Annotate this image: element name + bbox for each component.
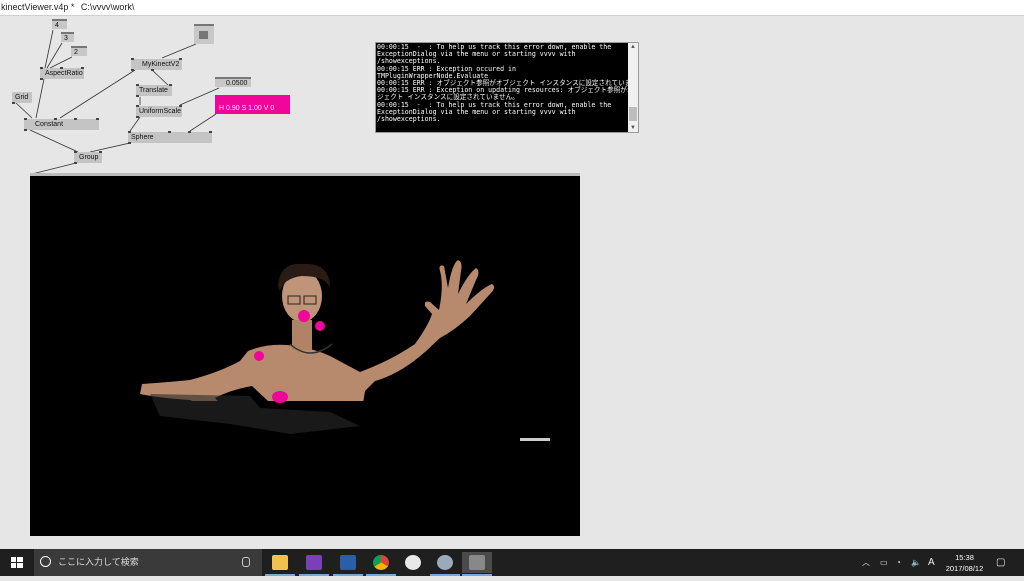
taskbar-app-chrome[interactable] xyxy=(366,552,396,576)
node-sphere-label: Sphere xyxy=(131,134,154,141)
iobox-value-3[interactable]: 3 xyxy=(61,32,74,42)
ime-indicator[interactable]: A xyxy=(928,549,935,576)
notification-icon[interactable]: ▢ xyxy=(996,549,1005,576)
node-aspectratio[interactable]: AspectRatio xyxy=(40,67,84,80)
node-mykinectv2-label: MyKinectV2 xyxy=(142,61,180,68)
taskbar-app-powershell[interactable] xyxy=(333,552,363,576)
iobox-value-4-text: 4 xyxy=(55,22,59,29)
iobox-color-text: H 0.90 S 1.00 V 0 xyxy=(219,105,275,112)
node-translate-label: Translate xyxy=(139,87,168,94)
tty-log-line: /showexceptions. xyxy=(377,115,441,124)
start-button[interactable] xyxy=(0,549,34,576)
node-aspectratio-label: AspectRatio xyxy=(45,70,83,77)
microphone-icon[interactable] xyxy=(242,557,250,567)
iobox-value-2-text: 2 xyxy=(74,49,78,56)
node-grid[interactable]: Grid xyxy=(12,92,32,104)
chrome-icon xyxy=(373,555,389,570)
scroll-up-icon[interactable]: ▲ xyxy=(629,43,637,51)
iobox-radius-text: 0.0500 xyxy=(226,80,248,87)
tty-renderer[interactable]: 00:00:15 - : To help us track this error… xyxy=(375,42,639,133)
windows-taskbar: ここに入力して検索 ︿ ▭ ◔ 🔈 A 15:38 2017/08/12 ▢ xyxy=(0,549,1024,576)
iobox-value-2[interactable]: 2 xyxy=(71,46,87,56)
node-uniformscale[interactable]: UniformScale xyxy=(136,105,182,118)
tty-log-text: 00:00:15 - : To help us track this error… xyxy=(377,43,638,124)
taskbar-app-file-explorer[interactable] xyxy=(265,552,295,576)
iobox-value-3-text: 3 xyxy=(64,35,68,42)
taskbar-app-visual-studio[interactable] xyxy=(299,552,329,576)
node-uniformscale-label: UniformScale xyxy=(139,108,182,115)
taskbar-app-vvvv[interactable] xyxy=(430,552,460,576)
wifi-icon[interactable]: ◔ xyxy=(896,549,901,576)
tray-chevron-up-icon[interactable]: ︿ xyxy=(862,549,870,576)
iobox-value-4[interactable]: 4 xyxy=(52,19,67,29)
scroll-down-icon[interactable]: ▼ xyxy=(629,124,637,132)
taskbar-clock[interactable]: 15:38 2017/08/12 xyxy=(937,552,992,574)
cortana-icon xyxy=(40,556,51,567)
volume-icon[interactable]: 🔈 xyxy=(911,549,921,576)
itunes-icon xyxy=(405,555,421,570)
windows-logo-icon xyxy=(11,557,23,568)
clock-date: 2017/08/12 xyxy=(945,564,984,573)
scroll-thumb[interactable] xyxy=(629,107,637,121)
node-grid-label: Grid xyxy=(15,94,29,101)
tty-scrollbar[interactable]: ▲ ▼ xyxy=(628,43,638,132)
node-sphere[interactable]: Sphere xyxy=(128,131,212,144)
powershell-icon xyxy=(340,555,356,570)
iobox-toggle[interactable] xyxy=(194,24,214,44)
toggle-indicator xyxy=(199,31,208,39)
taskbar-search[interactable]: ここに入力して検索 xyxy=(34,549,262,576)
node-group-label: Group xyxy=(79,154,99,161)
taskbar-app-itunes[interactable] xyxy=(398,552,428,573)
node-constant[interactable]: Constant xyxy=(24,118,99,131)
iobox-color[interactable]: H 0.90 S 1.00 V 0 xyxy=(215,95,290,114)
vvvv-icon xyxy=(437,555,453,570)
folder-icon xyxy=(272,555,288,570)
taskbar-app-vvvv-window[interactable] xyxy=(462,552,492,576)
battery-icon[interactable]: ▭ xyxy=(880,549,888,576)
kinect-renderer-window[interactable] xyxy=(30,176,580,536)
clock-time: 15:38 xyxy=(955,553,974,562)
iobox-radius[interactable]: 0.0500 xyxy=(215,77,251,87)
kinect-pointcloud-view xyxy=(130,260,550,441)
visual-studio-icon xyxy=(306,555,322,570)
node-mykinectv2[interactable]: MyKinectV2 xyxy=(131,58,182,71)
search-placeholder: ここに入力して検索 xyxy=(58,557,139,567)
node-group[interactable]: Group xyxy=(74,151,102,164)
node-translate[interactable]: Translate xyxy=(136,84,172,97)
node-constant-label: Constant xyxy=(35,121,64,128)
window-icon xyxy=(469,555,485,570)
